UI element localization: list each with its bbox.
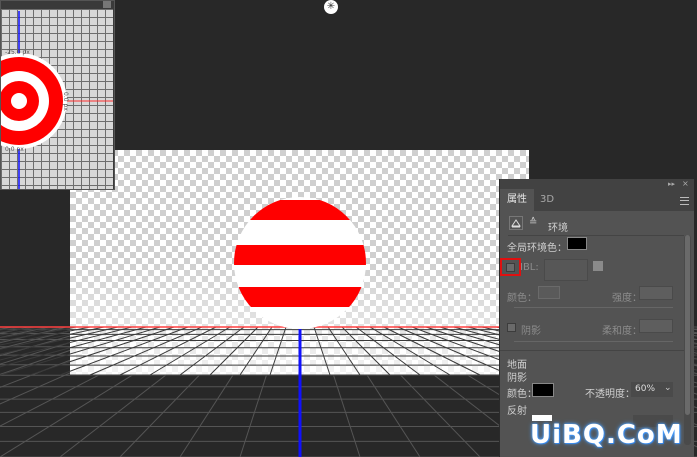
folder-icon[interactable] [593, 261, 603, 271]
divider [500, 350, 684, 351]
shadow-checkbox[interactable] [507, 323, 516, 332]
tick-label-top: -25.0 px [5, 49, 30, 56]
intensity-field[interactable] [639, 286, 673, 300]
highlight-box [500, 258, 521, 276]
softness-label: 柔和度： [602, 326, 642, 337]
panel-topbar: ▸▸ × [500, 179, 694, 189]
chevron-down-icon[interactable]: ⌄ [664, 383, 672, 393]
navigator-window: -25.0 px 0.0 px 0.0 px [0, 0, 115, 190]
shadow-label: 阴影 [521, 326, 541, 337]
ibl-label: IBL: [520, 262, 539, 273]
tab-3d[interactable]: 3D [533, 189, 561, 211]
window-icon[interactable] [103, 1, 111, 8]
ground-color-swatch[interactable] [532, 383, 554, 397]
scrollbar-thumb[interactable] [685, 235, 690, 415]
sphere[interactable] [230, 195, 370, 335]
ibl-texture-field[interactable] [544, 259, 588, 281]
global-ambient-label: 全局环境色： [507, 243, 567, 254]
color-label: 颜色： [507, 293, 537, 304]
opacity-field[interactable]: 60% ⌄ [631, 382, 673, 397]
softness-field[interactable] [639, 319, 673, 333]
intensity-slider[interactable] [514, 307, 673, 308]
tab-properties[interactable]: 属性 [500, 189, 534, 211]
softness-slider[interactable] [514, 341, 673, 342]
opacity-label: 不透明度： [585, 389, 635, 400]
ground-shadow-label: 阴影 [507, 373, 527, 384]
light-icon[interactable]: ✳ [324, 0, 338, 14]
panel-header-title: 环境 [548, 223, 568, 234]
global-ambient-swatch[interactable] [567, 237, 587, 250]
tick-label-side: 0.0 px [62, 92, 69, 111]
intensity-label: 强度： [612, 293, 642, 304]
tick-label-bottom: 0.0 px [5, 146, 24, 153]
divider [508, 235, 684, 236]
reflection-label: 反射 [507, 406, 527, 417]
environment-icon[interactable] [509, 216, 523, 230]
properties-panel: ▸▸ × 属性 3D ≙ 环境 全局环境色： IBL: 颜色： 强度： 阴影 柔… [499, 179, 694, 457]
scene-icon: ≙ [529, 217, 538, 228]
color-swatch[interactable] [538, 286, 560, 299]
opacity-value: 60% [635, 384, 656, 394]
panel-tabs: 属性 3D [500, 189, 694, 211]
collapse-icon[interactable]: ▸▸ [668, 180, 675, 188]
navigator-target: -25.0 px 0.0 px 0.0 px [1, 11, 113, 189]
close-icon[interactable]: × [682, 179, 689, 188]
watermark: UiBQ.CoM [530, 420, 683, 450]
panel-menu-icon[interactable] [680, 197, 689, 205]
scrollbar[interactable] [684, 235, 691, 445]
